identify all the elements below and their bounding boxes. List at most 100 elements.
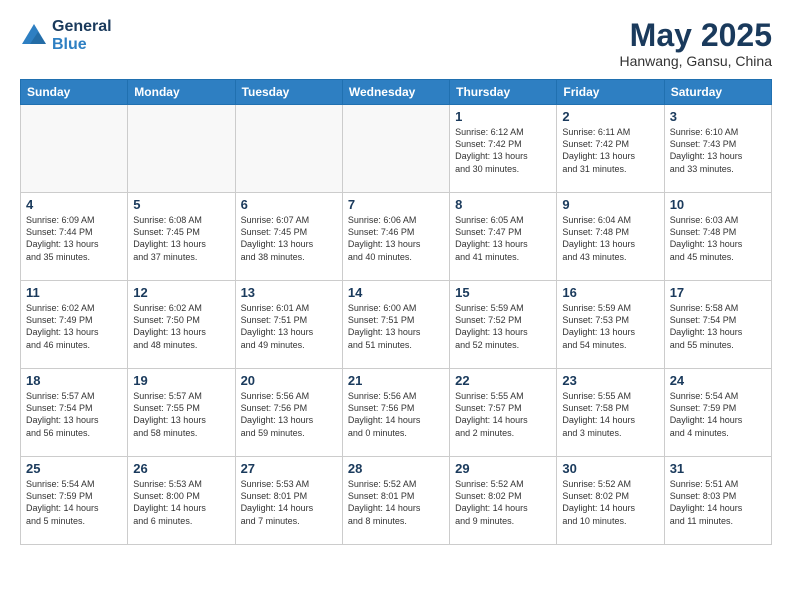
cell-info: Sunrise: 5:59 AM Sunset: 7:53 PM Dayligh… <box>562 302 658 351</box>
day-number: 5 <box>133 197 229 212</box>
day-number: 9 <box>562 197 658 212</box>
cell-info: Sunrise: 6:06 AM Sunset: 7:46 PM Dayligh… <box>348 214 444 263</box>
day-number: 23 <box>562 373 658 388</box>
calendar-cell: 15 Sunrise: 5:59 AM Sunset: 7:52 PM Dayli… <box>450 281 557 369</box>
calendar-cell <box>21 105 128 193</box>
cell-info: Sunrise: 5:54 AM Sunset: 7:59 PM Dayligh… <box>26 478 122 527</box>
calendar-cell: 7 Sunrise: 6:06 AM Sunset: 7:46 PM Daylig… <box>342 193 449 281</box>
calendar-cell: 10Sunrise: 6:03 AM Sunset: 7:48 PM Dayli… <box>664 193 771 281</box>
day-number: 7 <box>348 197 444 212</box>
calendar-cell: 31 Sunrise: 5:51 AM Sunset: 8:03 PM Dayli… <box>664 457 771 545</box>
calendar-cell: 29Sunrise: 5:52 AM Sunset: 8:02 PM Dayli… <box>450 457 557 545</box>
calendar-cell: 17Sunrise: 5:58 AM Sunset: 7:54 PM Dayli… <box>664 281 771 369</box>
calendar-cell: 19Sunrise: 5:57 AM Sunset: 7:55 PM Dayli… <box>128 369 235 457</box>
calendar-cell: 6Sunrise: 6:07 AM Sunset: 7:45 PM Daylig… <box>235 193 342 281</box>
col-friday: Friday <box>557 80 664 105</box>
day-number: 14 <box>348 285 444 300</box>
col-thursday: Thursday <box>450 80 557 105</box>
cell-info: Sunrise: 6:01 AM Sunset: 7:51 PM Dayligh… <box>241 302 337 351</box>
cell-info: Sunrise: 5:55 AM Sunset: 7:58 PM Dayligh… <box>562 390 658 439</box>
month-title: May 2025 <box>619 18 772 53</box>
week-row-3: 11Sunrise: 6:02 AM Sunset: 7:49 PM Dayli… <box>21 281 772 369</box>
calendar-cell: 30 Sunrise: 5:52 AM Sunset: 8:02 PM Dayli… <box>557 457 664 545</box>
col-sunday: Sunday <box>21 80 128 105</box>
calendar-cell: 4 Sunrise: 6:09 AM Sunset: 7:44 PM Daylig… <box>21 193 128 281</box>
logo: General Blue <box>20 18 112 53</box>
calendar-cell <box>128 105 235 193</box>
week-row-5: 25 Sunrise: 5:54 AM Sunset: 7:59 PM Dayli… <box>21 457 772 545</box>
col-tuesday: Tuesday <box>235 80 342 105</box>
header: General Blue May 2025 Hanwang, Gansu, Ch… <box>20 18 772 69</box>
calendar-cell: 3 Sunrise: 6:10 AM Sunset: 7:43 PM Daylig… <box>664 105 771 193</box>
cell-info: Sunrise: 5:53 AM Sunset: 8:01 PM Dayligh… <box>241 478 337 527</box>
day-number: 18 <box>26 373 122 388</box>
calendar-cell: 9Sunrise: 6:04 AM Sunset: 7:48 PM Daylig… <box>557 193 664 281</box>
col-monday: Monday <box>128 80 235 105</box>
calendar-cell: 28 Sunrise: 5:52 AM Sunset: 8:01 PM Dayli… <box>342 457 449 545</box>
calendar: Sunday Monday Tuesday Wednesday Thursday… <box>20 79 772 545</box>
cell-info: Sunrise: 5:56 AM Sunset: 7:56 PM Dayligh… <box>348 390 444 439</box>
calendar-cell: 1Sunrise: 6:12 AM Sunset: 7:42 PM Daylig… <box>450 105 557 193</box>
calendar-cell: 2Sunrise: 6:11 AM Sunset: 7:42 PM Daylig… <box>557 105 664 193</box>
cell-info: Sunrise: 6:03 AM Sunset: 7:48 PM Dayligh… <box>670 214 766 263</box>
cell-info: Sunrise: 6:07 AM Sunset: 7:45 PM Dayligh… <box>241 214 337 263</box>
calendar-cell: 27 Sunrise: 5:53 AM Sunset: 8:01 PM Dayli… <box>235 457 342 545</box>
col-saturday: Saturday <box>664 80 771 105</box>
title-block: May 2025 Hanwang, Gansu, China <box>619 18 772 69</box>
day-number: 12 <box>133 285 229 300</box>
day-number: 4 <box>26 197 122 212</box>
calendar-cell: 23 Sunrise: 5:55 AM Sunset: 7:58 PM Dayli… <box>557 369 664 457</box>
calendar-cell: 14Sunrise: 6:00 AM Sunset: 7:51 PM Dayli… <box>342 281 449 369</box>
location: Hanwang, Gansu, China <box>619 53 772 69</box>
cell-info: Sunrise: 5:53 AM Sunset: 8:00 PM Dayligh… <box>133 478 229 527</box>
day-number: 17 <box>670 285 766 300</box>
cell-info: Sunrise: 5:51 AM Sunset: 8:03 PM Dayligh… <box>670 478 766 527</box>
day-number: 25 <box>26 461 122 476</box>
day-number: 1 <box>455 109 551 124</box>
calendar-cell <box>342 105 449 193</box>
cell-info: Sunrise: 5:56 AM Sunset: 7:56 PM Dayligh… <box>241 390 337 439</box>
calendar-cell: 18 Sunrise: 5:57 AM Sunset: 7:54 PM Dayli… <box>21 369 128 457</box>
day-number: 24 <box>670 373 766 388</box>
week-row-1: 1Sunrise: 6:12 AM Sunset: 7:42 PM Daylig… <box>21 105 772 193</box>
cell-info: Sunrise: 6:02 AM Sunset: 7:50 PM Dayligh… <box>133 302 229 351</box>
calendar-cell: 11Sunrise: 6:02 AM Sunset: 7:49 PM Dayli… <box>21 281 128 369</box>
calendar-cell: 5 Sunrise: 6:08 AM Sunset: 7:45 PM Daylig… <box>128 193 235 281</box>
day-number: 8 <box>455 197 551 212</box>
calendar-cell: 26 Sunrise: 5:53 AM Sunset: 8:00 PM Dayli… <box>128 457 235 545</box>
cell-info: Sunrise: 6:09 AM Sunset: 7:44 PM Dayligh… <box>26 214 122 263</box>
day-number: 27 <box>241 461 337 476</box>
calendar-cell: 12 Sunrise: 6:02 AM Sunset: 7:50 PM Dayli… <box>128 281 235 369</box>
cell-info: Sunrise: 6:10 AM Sunset: 7:43 PM Dayligh… <box>670 126 766 175</box>
cell-info: Sunrise: 5:57 AM Sunset: 7:55 PM Dayligh… <box>133 390 229 439</box>
calendar-cell: 16 Sunrise: 5:59 AM Sunset: 7:53 PM Dayli… <box>557 281 664 369</box>
cell-info: Sunrise: 6:05 AM Sunset: 7:47 PM Dayligh… <box>455 214 551 263</box>
day-number: 26 <box>133 461 229 476</box>
day-number: 30 <box>562 461 658 476</box>
day-number: 16 <box>562 285 658 300</box>
calendar-cell: 20Sunrise: 5:56 AM Sunset: 7:56 PM Dayli… <box>235 369 342 457</box>
cell-info: Sunrise: 5:52 AM Sunset: 8:01 PM Dayligh… <box>348 478 444 527</box>
day-number: 3 <box>670 109 766 124</box>
cell-info: Sunrise: 5:59 AM Sunset: 7:52 PM Dayligh… <box>455 302 551 351</box>
cell-info: Sunrise: 5:55 AM Sunset: 7:57 PM Dayligh… <box>455 390 551 439</box>
day-number: 15 <box>455 285 551 300</box>
cell-info: Sunrise: 5:57 AM Sunset: 7:54 PM Dayligh… <box>26 390 122 439</box>
cell-info: Sunrise: 5:54 AM Sunset: 7:59 PM Dayligh… <box>670 390 766 439</box>
day-number: 28 <box>348 461 444 476</box>
calendar-cell <box>235 105 342 193</box>
cell-info: Sunrise: 6:08 AM Sunset: 7:45 PM Dayligh… <box>133 214 229 263</box>
cell-info: Sunrise: 6:02 AM Sunset: 7:49 PM Dayligh… <box>26 302 122 351</box>
calendar-cell: 24 Sunrise: 5:54 AM Sunset: 7:59 PM Dayli… <box>664 369 771 457</box>
calendar-cell: 13Sunrise: 6:01 AM Sunset: 7:51 PM Dayli… <box>235 281 342 369</box>
calendar-cell: 22 Sunrise: 5:55 AM Sunset: 7:57 PM Dayli… <box>450 369 557 457</box>
week-row-2: 4 Sunrise: 6:09 AM Sunset: 7:44 PM Daylig… <box>21 193 772 281</box>
day-number: 31 <box>670 461 766 476</box>
day-number: 29 <box>455 461 551 476</box>
col-wednesday: Wednesday <box>342 80 449 105</box>
logo-text: General Blue <box>52 18 112 53</box>
cell-info: Sunrise: 6:11 AM Sunset: 7:42 PM Dayligh… <box>562 126 658 175</box>
week-row-4: 18 Sunrise: 5:57 AM Sunset: 7:54 PM Dayli… <box>21 369 772 457</box>
cell-info: Sunrise: 5:52 AM Sunset: 8:02 PM Dayligh… <box>562 478 658 527</box>
day-number: 22 <box>455 373 551 388</box>
